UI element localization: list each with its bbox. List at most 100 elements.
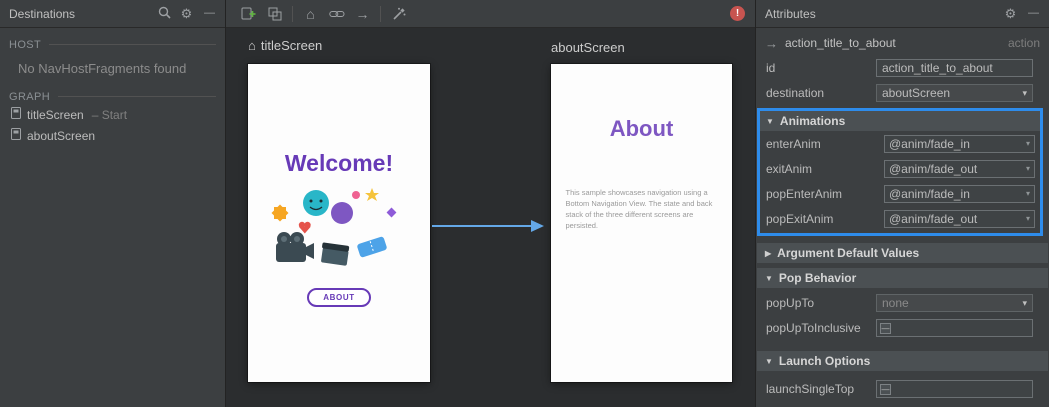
minimize-icon[interactable]: — xyxy=(201,8,216,19)
nav-graph-canvas[interactable]: ⌂ titleScreen Welcome! ABOUT aboutScreen… xyxy=(226,28,755,407)
graph-section-row: GRAPH xyxy=(0,89,225,104)
graph-item-label: titleScreen xyxy=(27,107,84,122)
launch-options-section-header[interactable]: ▼ Launch Options xyxy=(757,351,1048,371)
id-label: id xyxy=(766,61,776,75)
animations-section-highlight: ▼ Animations enterAnim @anim/fade_in ▾ e… xyxy=(757,108,1043,236)
error-icon[interactable]: ! xyxy=(730,6,745,21)
popuptoinclusive-row: popUpToInclusive — xyxy=(756,319,1049,337)
chevron-down-icon: ▾ xyxy=(1025,164,1030,173)
titlescreen-preview[interactable]: Welcome! ABOUT xyxy=(248,64,430,382)
id-row: id action_title_to_about xyxy=(756,59,1049,77)
nav-editor-center: ⌂ → ! ⌂ titleScreen Welcome! ABOUT about… xyxy=(226,0,755,407)
exitanim-row: exitAnim @anim/fade_out ▾ xyxy=(760,156,1040,181)
chevron-down-icon: ▾ xyxy=(1022,297,1027,308)
toolbar-separator xyxy=(380,5,381,22)
about-button[interactable]: ABOUT xyxy=(307,288,371,307)
action-arrow-icon: → xyxy=(765,35,778,51)
argument-defaults-label: Argument Default Values xyxy=(777,246,920,260)
deeplink-icon[interactable] xyxy=(328,5,345,22)
launchsingletop-field[interactable]: — xyxy=(876,380,1033,398)
destination-row: destination aboutScreen ▾ xyxy=(756,84,1049,102)
auto-arrange-icon[interactable] xyxy=(390,5,407,22)
attributes-header: Attributes ⚙ — xyxy=(756,0,1049,28)
enteranim-field[interactable]: @anim/fade_in ▾ xyxy=(884,134,1035,153)
about-heading: About xyxy=(609,116,674,141)
destination-dropdown[interactable]: aboutScreen ▾ xyxy=(876,84,1033,102)
popenteranim-value: @anim/fade_in xyxy=(889,186,970,201)
indeterminate-checkbox-icon[interactable]: — xyxy=(880,383,891,395)
attributes-panel: Attributes ⚙ — → action_title_to_about a… xyxy=(755,0,1049,407)
host-section-row: HOST xyxy=(0,37,225,52)
animations-section-header[interactable]: ▼ Animations xyxy=(760,111,1040,131)
destination-value: aboutScreen xyxy=(882,86,951,100)
node-label-text: titleScreen xyxy=(260,38,323,53)
popuptoinclusive-field[interactable]: — xyxy=(876,319,1033,337)
graph-label: GRAPH xyxy=(9,90,51,103)
host-label: HOST xyxy=(9,38,42,51)
launchsingletop-row: launchSingleTop — xyxy=(756,380,1049,398)
host-empty-text: No NavHostFragments found xyxy=(18,61,187,76)
action-arrow[interactable] xyxy=(432,218,544,234)
launch-options-label: Launch Options xyxy=(778,354,871,368)
popexitanim-field[interactable]: @anim/fade_out ▾ xyxy=(884,209,1035,228)
id-field[interactable]: action_title_to_about xyxy=(876,59,1033,77)
launchsingletop-label: launchSingleTop xyxy=(766,382,855,396)
attributes-body: → action_title_to_about action id action… xyxy=(756,28,1049,407)
expand-triangle-icon: ▼ xyxy=(766,116,774,126)
chevron-down-icon: ▾ xyxy=(1025,189,1030,198)
node-label-text: aboutScreen xyxy=(551,40,625,55)
chevron-down-icon: ▾ xyxy=(1025,139,1030,148)
popexitanim-value: @anim/fade_out xyxy=(889,211,978,226)
popupto-dropdown[interactable]: none ▾ xyxy=(876,294,1033,312)
canvas-toolbar: ⌂ → ! xyxy=(226,0,755,28)
titlescreen-node-label[interactable]: ⌂ titleScreen xyxy=(248,38,322,53)
fragment-icon xyxy=(11,107,21,122)
pop-behavior-section-header[interactable]: ▼ Pop Behavior xyxy=(757,268,1048,288)
home-icon[interactable]: ⌂ xyxy=(302,5,319,22)
graph-item-suffix: – Start xyxy=(91,107,128,122)
fragment-icon xyxy=(11,128,21,143)
graph-item-aboutscreen[interactable]: aboutScreen xyxy=(0,125,225,146)
gear-icon[interactable]: ⚙ xyxy=(179,7,194,20)
attributes-title: Attributes xyxy=(765,6,816,21)
chevron-down-icon: ▾ xyxy=(1025,214,1030,223)
add-action-icon[interactable]: → xyxy=(354,5,371,22)
indeterminate-checkbox-icon[interactable]: — xyxy=(880,322,891,334)
popenteranim-field[interactable]: @anim/fade_in ▾ xyxy=(884,184,1035,203)
enteranim-label: enterAnim xyxy=(766,136,821,151)
popupto-label: popUpTo xyxy=(766,296,815,310)
aboutscreen-preview[interactable]: About This sample showcases navigation u… xyxy=(551,64,732,382)
toolbar-separator xyxy=(292,5,293,22)
start-destination-home-icon: ⌂ xyxy=(248,38,256,53)
enteranim-value: @anim/fade_in xyxy=(889,136,970,151)
search-icon[interactable] xyxy=(157,6,172,21)
divider xyxy=(49,44,216,45)
animations-header-label: Animations xyxy=(779,114,846,128)
graph-item-label: aboutScreen xyxy=(27,128,96,143)
popenteranim-label: popEnterAnim xyxy=(766,186,843,201)
collapse-triangle-icon: ▶ xyxy=(765,248,772,258)
destinations-panel: Destinations ⚙ — HOST No NavHostFragment… xyxy=(0,0,226,407)
chevron-down-icon: ▾ xyxy=(1022,87,1027,98)
selected-action-row: → action_title_to_about action xyxy=(756,33,1049,53)
nested-graph-icon[interactable] xyxy=(266,5,283,22)
popupto-value: none xyxy=(882,296,909,310)
gear-icon[interactable]: ⚙ xyxy=(1003,7,1018,20)
navigation-editor-window: Destinations ⚙ — HOST No NavHostFragment… xyxy=(0,0,1049,407)
selected-action-type: action xyxy=(1007,36,1040,50)
about-body-text: This sample showcases navigation using a… xyxy=(565,188,713,230)
graph-item-titlescreen[interactable]: titleScreen – Start xyxy=(0,104,225,125)
divider xyxy=(58,96,216,97)
destinations-title: Destinations xyxy=(9,6,76,21)
new-destination-icon[interactable] xyxy=(240,5,257,22)
minimize-icon[interactable]: — xyxy=(1025,8,1040,19)
popexitanim-label: popExitAnim xyxy=(766,211,834,226)
aboutscreen-node-label[interactable]: aboutScreen xyxy=(551,40,625,55)
expand-triangle-icon: ▼ xyxy=(765,273,773,283)
popupto-row: popUpTo none ▾ xyxy=(756,294,1049,312)
selected-action-name: action_title_to_about xyxy=(785,36,896,50)
argument-defaults-section-header[interactable]: ▶ Argument Default Values xyxy=(757,243,1048,263)
pop-behavior-label: Pop Behavior xyxy=(778,271,857,285)
exitanim-field[interactable]: @anim/fade_out ▾ xyxy=(884,159,1035,178)
movie-illustration xyxy=(264,183,414,278)
